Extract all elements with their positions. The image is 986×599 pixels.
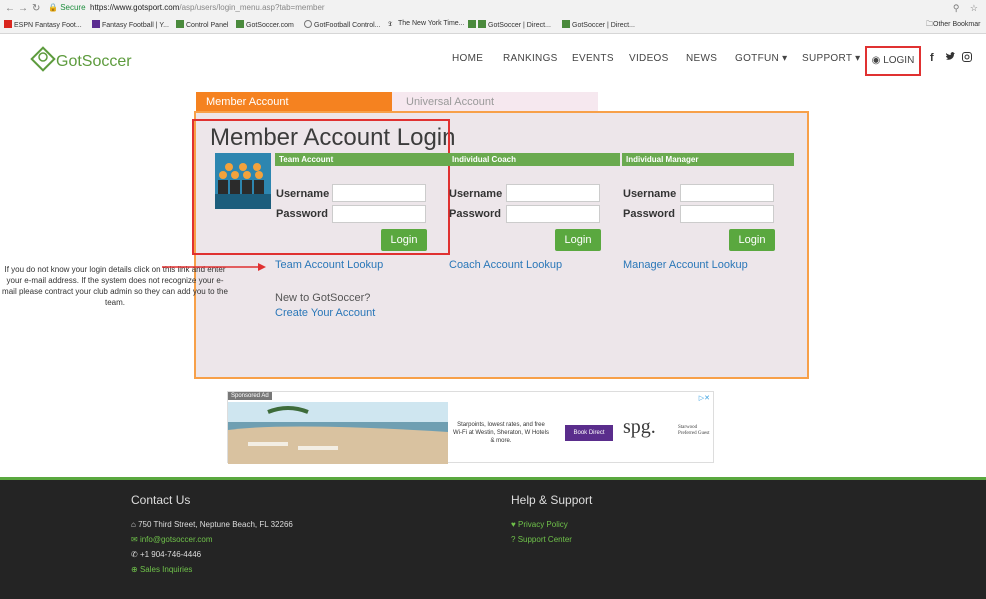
back-icon[interactable]: ← <box>5 3 15 14</box>
privacy-policy-link[interactable]: ♥ Privacy Policy <box>511 520 568 529</box>
address-text: ⌂ 750 Third Street, Neptune Beach, FL 32… <box>131 520 293 529</box>
sales-inquiries-link[interactable]: ⊕ Sales Inquiries <box>131 565 192 574</box>
coach-login-button[interactable]: Login <box>555 229 601 251</box>
coach-username-input[interactable] <box>506 184 600 202</box>
support-center-link[interactable]: ? Support Center <box>511 535 572 544</box>
spg-subtitle: Starwood Preferred Guest <box>678 425 710 436</box>
create-account-link[interactable]: Create Your Account <box>275 307 375 319</box>
nav-news[interactable]: NEWS <box>686 53 717 64</box>
email-link[interactable]: ✉ info@gotsoccer.com <box>131 535 213 544</box>
sponsored-label: Sponsored Ad <box>228 392 272 400</box>
phone-icon: ✆ <box>131 550 138 559</box>
nav-home[interactable]: HOME <box>452 53 483 64</box>
instagram-icon[interactable] <box>962 52 972 65</box>
nav-events[interactable]: EVENTS <box>572 53 614 64</box>
gotsoccer-logo[interactable]: GotSoccer <box>30 44 140 76</box>
question-icon: ? <box>511 535 516 544</box>
star-icon[interactable]: ⚲ ☆ <box>953 3 982 14</box>
envelope-icon: ✉ <box>131 535 138 544</box>
site-footer: Contact Us ⌂ 750 Third Street, Neptune B… <box>0 477 986 599</box>
bookmark-item[interactable]: GotSoccer | Direct... <box>468 20 551 29</box>
forward-icon[interactable]: → <box>18 3 28 14</box>
twitter-icon[interactable] <box>945 52 956 65</box>
logo-diamond-icon <box>30 46 56 72</box>
sponsored-ad[interactable]: Sponsored Ad Starpoints, lowest rates, a… <box>227 391 714 464</box>
annotation-arrow-icon <box>162 263 266 271</box>
nav-videos[interactable]: VIDEOS <box>629 53 669 64</box>
bookmark-item[interactable]: GotSoccer.com <box>236 20 294 29</box>
team-password-label: Password <box>276 208 328 220</box>
bookmark-item[interactable]: GotFootball Control... <box>304 20 381 29</box>
manager-password-label: Password <box>623 208 675 220</box>
globe-icon: ⊕ <box>131 565 138 574</box>
team-account-lookup-link[interactable]: Team Account Lookup <box>275 259 383 271</box>
url-text[interactable]: https://www.gotsport.com/asp/users/login… <box>90 3 325 12</box>
home-icon: ⌂ <box>131 520 136 529</box>
team-account-header: Team Account <box>275 153 448 166</box>
manager-username-label: Username <box>623 188 677 200</box>
book-direct-button[interactable]: Book Direct <box>565 425 613 441</box>
manager-password-input[interactable] <box>680 205 774 223</box>
coach-password-input[interactable] <box>506 205 600 223</box>
spg-logo: spg. <box>623 416 656 438</box>
individual-coach-header: Individual Coach <box>448 153 620 166</box>
ad-choices-icon[interactable]: ▷✕ <box>699 394 710 402</box>
heart-icon: ♥ <box>511 520 516 529</box>
nav-rankings[interactable]: RANKINGS <box>503 53 558 64</box>
contact-us-heading: Contact Us <box>131 493 191 507</box>
site-header: GotSoccer HOME RANKINGS EVENTS VIDEOS NE… <box>0 35 986 85</box>
reload-icon[interactable]: ↻ <box>32 3 40 14</box>
manager-username-input[interactable] <box>680 184 774 202</box>
user-icon: ◉ <box>871 55 881 66</box>
nav-gotfun[interactable]: GOTFUN ▾ <box>735 53 787 64</box>
help-support-heading: Help & Support <box>511 493 593 507</box>
browser-chrome: ← → ↻ 🔒 Secure https://www.gotsport.com/… <box>0 0 986 34</box>
team-username-input[interactable] <box>332 184 426 202</box>
bookmarks-bar: ESPN Fantasy Foot... Fantasy Football | … <box>0 20 986 33</box>
secure-label: 🔒 Secure <box>48 3 86 12</box>
manager-account-lookup-link[interactable]: Manager Account Lookup <box>623 259 748 271</box>
bookmark-item[interactable]: GotSoccer | Direct... <box>562 20 635 29</box>
bookmark-item[interactable]: Fantasy Football | Y... <box>92 20 169 29</box>
tab-member-account[interactable]: Member Account <box>196 92 392 112</box>
other-bookmarks[interactable]: 🗀Other Bookmar <box>926 20 980 31</box>
individual-manager-header: Individual Manager <box>622 153 794 166</box>
coach-username-label: Username <box>449 188 503 200</box>
coach-account-lookup-link[interactable]: Coach Account Lookup <box>449 259 562 271</box>
tab-universal-account[interactable]: Universal Account <box>392 92 598 112</box>
team-avatar <box>215 153 271 209</box>
team-login-button[interactable]: Login <box>381 229 427 251</box>
team-username-label: Username <box>276 188 330 200</box>
manager-login-button[interactable]: Login <box>729 229 775 251</box>
beach-ad-image <box>228 402 448 464</box>
bookmark-item[interactable]: ESPN Fantasy Foot... <box>4 20 82 29</box>
ad-text: Starpoints, lowest rates, and free Wi-Fi… <box>453 422 549 444</box>
address-bar[interactable]: ← → ↻ 🔒 Secure https://www.gotsport.com/… <box>0 2 986 18</box>
phone-text: ✆ +1 904-746-4446 <box>131 550 202 559</box>
bookmark-item[interactable]: Control Panel <box>176 20 228 29</box>
new-to-gotsoccer-text: New to GotSoccer? <box>275 292 371 304</box>
team-password-input[interactable] <box>332 205 426 223</box>
login-nav-button[interactable]: ◉ LOGIN <box>865 46 921 76</box>
coach-password-label: Password <box>449 208 501 220</box>
bookmark-item[interactable]: 𝕿 The New York Time... <box>388 20 465 29</box>
facebook-icon[interactable]: f <box>930 52 934 64</box>
nav-support[interactable]: SUPPORT ▾ <box>802 53 860 64</box>
